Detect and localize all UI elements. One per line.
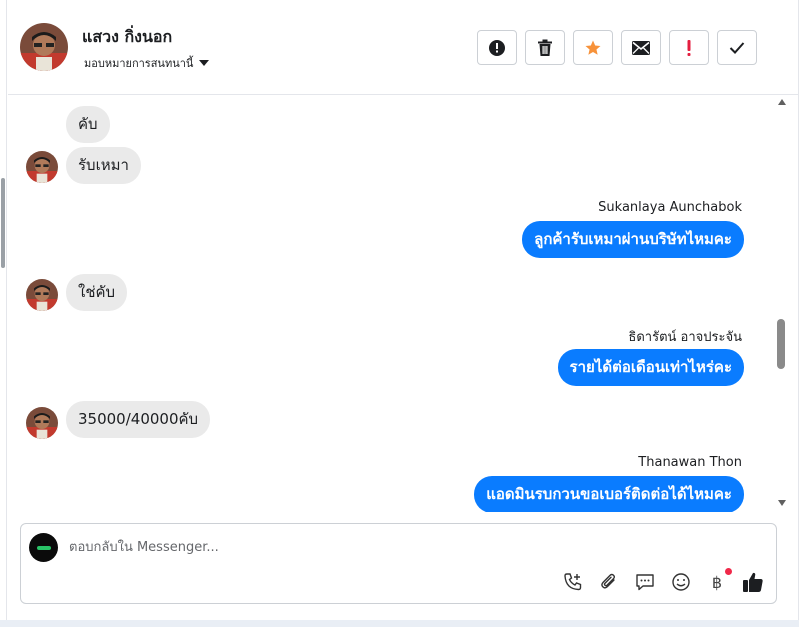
checkmark-icon [729,41,745,54]
send-like-button[interactable] [742,571,764,593]
spam-alert-icon [489,39,505,56]
scroll-up-arrow-icon[interactable] [778,99,786,105]
page-avatar [29,533,58,562]
contact-avatar-small[interactable] [26,407,58,439]
mark-unread-button[interactable] [621,30,661,65]
reply-input[interactable] [69,537,669,557]
follow-up-button[interactable] [669,30,709,65]
mark-done-button[interactable] [717,30,757,65]
mark-spam-button[interactable] [477,30,517,65]
thread-scrollbar[interactable] [776,96,790,512]
star-button[interactable] [573,30,613,65]
attach-file-button[interactable] [598,571,620,593]
notification-dot [725,568,732,575]
composer-toolbar: ฿ [562,568,764,593]
emoji-icon [672,573,690,591]
assign-conversation-dropdown[interactable]: มอบหมายการสนทนานี้ [84,54,210,72]
mail-icon [632,40,650,55]
left-pane-edge [0,0,7,620]
message-thread: คับ รับเหมา Sukanlaya Aunchabok ลูกค้ารั… [8,96,778,512]
paperclip-icon [601,573,616,589]
conversation-header: แสวง กิ่งนอก มอบหมายการสนทนานี้ [8,0,798,95]
chevron-down-icon [199,60,210,66]
scroll-down-arrow-icon[interactable] [778,500,786,506]
incoming-message-bubble: รับเหมา [66,147,141,184]
saved-replies-button[interactable] [634,571,656,593]
left-scrollbar-thumb[interactable] [1,178,5,268]
like-thumb-icon [743,572,763,592]
contact-name: แสวง กิ่งนอก [82,27,173,46]
sender-name: Sukanlaya Aunchabok [598,200,742,215]
exclamation-icon [687,39,691,56]
star-icon [585,40,601,55]
call-add-button[interactable] [562,571,584,593]
assign-label: มอบหมายการสนทนานี้ [84,57,194,70]
reply-composer: ฿ [20,523,777,604]
sender-name: Thanawan Thon [638,455,742,470]
bottom-status-strip [0,620,799,627]
baht-payment-icon: ฿ [711,572,723,592]
header-action-toolbar [477,30,757,65]
payment-request-button[interactable]: ฿ [706,568,732,593]
outgoing-message-bubble: รายได้ต่อเดือนเท่าไหร่คะ [557,349,744,386]
incoming-message-bubble: คับ [66,106,110,143]
sender-name: ธิดารัตน์ อาจประจัน [628,330,742,345]
trash-icon [538,39,552,56]
scrollbar-thumb[interactable] [777,319,785,369]
outgoing-message-bubble: แอดมินรบกวนขอเบอร์ติดต่อได้ไหมคะ [474,476,744,512]
contact-avatar[interactable] [20,23,68,71]
saved-reply-icon [636,574,654,591]
call-add-icon [564,573,582,591]
delete-button[interactable] [525,30,565,65]
incoming-message-bubble: 35000/40000คับ [66,401,211,438]
contact-avatar-small[interactable] [26,279,58,311]
incoming-message-bubble: ใช่คับ [66,274,128,311]
inbox-conversation-panel: แสวง กิ่งนอก มอบหมายการสนทนานี้ คับ รับเ… [0,0,799,620]
contact-avatar-small[interactable] [26,151,58,183]
emoji-button[interactable] [670,571,692,593]
outgoing-message-bubble: ลูกค้ารับเหมาผ่านบริษัทไหมคะ [522,221,744,258]
